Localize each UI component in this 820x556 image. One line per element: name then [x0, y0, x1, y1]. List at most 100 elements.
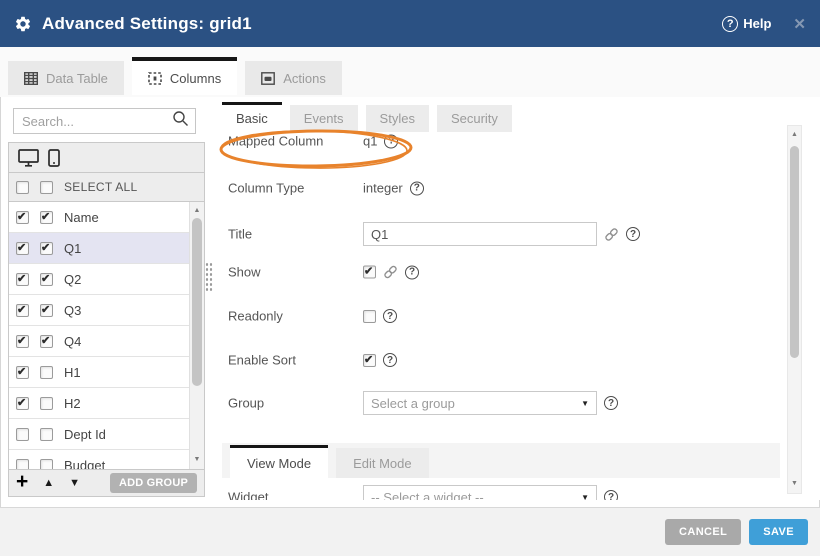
column-checkbox-desktop[interactable]: [16, 428, 29, 441]
column-row[interactable]: Name: [9, 202, 204, 233]
header-actions: ? Help ✕: [722, 15, 806, 33]
scroll-up-icon[interactable]: ▲: [788, 129, 801, 141]
tab-columns[interactable]: Columns: [132, 57, 237, 95]
column-row[interactable]: Q3: [9, 295, 204, 326]
tab-view-mode[interactable]: View Mode: [230, 445, 328, 478]
group-select[interactable]: Select a group ▼: [363, 391, 597, 415]
column-label: Budget: [64, 458, 105, 470]
column-checkbox-mobile[interactable]: [40, 428, 53, 441]
list-scrollbar[interactable]: ▲ ▼: [189, 202, 204, 469]
column-checkbox-desktop[interactable]: [16, 211, 29, 224]
show-checkbox[interactable]: [363, 266, 376, 279]
tab-label: Actions: [283, 71, 326, 86]
column-row[interactable]: H2: [9, 388, 204, 419]
column-checkbox-mobile[interactable]: [40, 273, 53, 286]
tab-label: View Mode: [247, 456, 311, 471]
column-checkbox-desktop[interactable]: [16, 397, 29, 410]
column-checkbox-mobile[interactable]: [40, 459, 53, 470]
field-mapped-column: Mapped Column q1 ?: [215, 128, 820, 154]
scroll-thumb[interactable]: [192, 218, 202, 386]
tab-label: Data Table: [46, 71, 108, 86]
column-label: Dept Id: [64, 427, 106, 442]
column-list: NameQ1Q2Q3Q4 H1 H2 Dept Id Budget ▲ ▼: [9, 202, 204, 469]
column-type-value: integer: [363, 181, 403, 196]
cancel-button[interactable]: CANCEL: [665, 519, 741, 545]
field-column-type: Column Type integer ?: [215, 175, 820, 201]
dialog-header: Advanced Settings: grid1 ? Help ✕: [0, 0, 820, 47]
tab-data-table[interactable]: Data Table: [8, 61, 124, 95]
column-checkbox-desktop[interactable]: [16, 242, 29, 255]
readonly-help-icon[interactable]: ?: [383, 309, 397, 323]
column-row[interactable]: Q4: [9, 326, 204, 357]
column-checkbox-mobile[interactable]: [40, 211, 53, 224]
scroll-thumb[interactable]: [790, 146, 799, 358]
add-column-button[interactable]: +: [16, 471, 28, 492]
column-detail-panel: BasicEventsStylesSecurity Mapped Column …: [215, 97, 820, 500]
column-type-help-icon[interactable]: ?: [410, 181, 424, 195]
column-checkbox-desktop[interactable]: [16, 304, 29, 317]
search-input[interactable]: [14, 114, 172, 129]
tab-edit-mode[interactable]: Edit Mode: [336, 448, 429, 478]
column-checkbox-mobile[interactable]: [40, 397, 53, 410]
scroll-down-icon[interactable]: ▼: [190, 454, 204, 466]
column-checkbox-mobile[interactable]: [40, 335, 53, 348]
save-button[interactable]: SAVE: [749, 519, 808, 545]
widget-help-icon[interactable]: ?: [604, 490, 618, 500]
move-down-button[interactable]: ▼: [69, 477, 80, 489]
column-row[interactable]: Dept Id: [9, 419, 204, 450]
column-checkbox-mobile[interactable]: [40, 366, 53, 379]
column-checkbox-desktop[interactable]: [16, 273, 29, 286]
close-icon[interactable]: ✕: [793, 15, 806, 33]
column-row[interactable]: Budget: [9, 450, 204, 469]
enable-sort-checkbox[interactable]: [363, 354, 376, 367]
actions-icon: [261, 72, 275, 85]
select-all-row: SELECT ALL: [9, 173, 204, 202]
search-icon[interactable]: [172, 110, 189, 132]
field-show: Show ?: [215, 259, 820, 285]
help-button[interactable]: ? Help: [722, 16, 771, 32]
add-group-button[interactable]: ADD GROUP: [110, 473, 197, 493]
field-readonly: Readonly ?: [215, 303, 820, 329]
column-checkbox-desktop[interactable]: [16, 366, 29, 379]
column-checkbox-desktop[interactable]: [16, 335, 29, 348]
group-select-value: Select a group: [371, 396, 455, 411]
main-tab-strip: Data Table Columns Actions: [0, 47, 820, 97]
title-input[interactable]: [363, 222, 597, 246]
readonly-checkbox[interactable]: [363, 310, 376, 323]
mapped-column-help-icon[interactable]: ?: [384, 134, 398, 148]
group-help-icon[interactable]: ?: [604, 396, 618, 410]
scroll-up-icon[interactable]: ▲: [190, 205, 204, 217]
column-type-label: Column Type: [228, 181, 304, 196]
select-all-checkbox-desktop[interactable]: [16, 181, 29, 194]
tab-actions[interactable]: Actions: [245, 61, 342, 95]
column-label: H2: [64, 396, 81, 411]
column-checkbox-desktop[interactable]: [16, 459, 29, 470]
widget-select[interactable]: -- Select a widget -- ▼: [363, 485, 597, 500]
link-icon[interactable]: [604, 227, 619, 242]
enable-sort-help-icon[interactable]: ?: [383, 353, 397, 367]
list-toolbar: + ▲ ▼ ADD GROUP: [9, 469, 204, 496]
group-label: Group: [228, 396, 264, 411]
show-help-icon[interactable]: ?: [405, 265, 419, 279]
enable-sort-label: Enable Sort: [228, 353, 296, 368]
select-all-checkbox-mobile[interactable]: [40, 181, 53, 194]
mobile-icon[interactable]: [48, 149, 60, 167]
columns-list-body: SELECT ALL NameQ1Q2Q3Q4 H1 H2 Dept Id Budget…: [8, 142, 205, 497]
desktop-icon[interactable]: [18, 149, 39, 167]
column-label: H1: [64, 365, 81, 380]
show-label: Show: [228, 265, 261, 280]
column-row[interactable]: Q2: [9, 264, 204, 295]
move-up-button[interactable]: ▲: [43, 477, 54, 489]
form-scrollbar[interactable]: ▲ ▼: [787, 125, 802, 494]
scroll-down-icon[interactable]: ▼: [788, 478, 801, 490]
column-checkbox-mobile[interactable]: [40, 242, 53, 255]
caret-down-icon: ▼: [581, 399, 589, 408]
panel-splitter-grip[interactable]: [205, 262, 213, 292]
column-row[interactable]: H1: [9, 357, 204, 388]
link-icon[interactable]: [383, 265, 398, 280]
advanced-settings-dialog: Advanced Settings: grid1 ? Help ✕ Data T…: [0, 0, 820, 556]
column-checkbox-mobile[interactable]: [40, 304, 53, 317]
column-row[interactable]: Q1: [9, 233, 204, 264]
caret-down-icon: ▼: [581, 493, 589, 501]
title-help-icon[interactable]: ?: [626, 227, 640, 241]
